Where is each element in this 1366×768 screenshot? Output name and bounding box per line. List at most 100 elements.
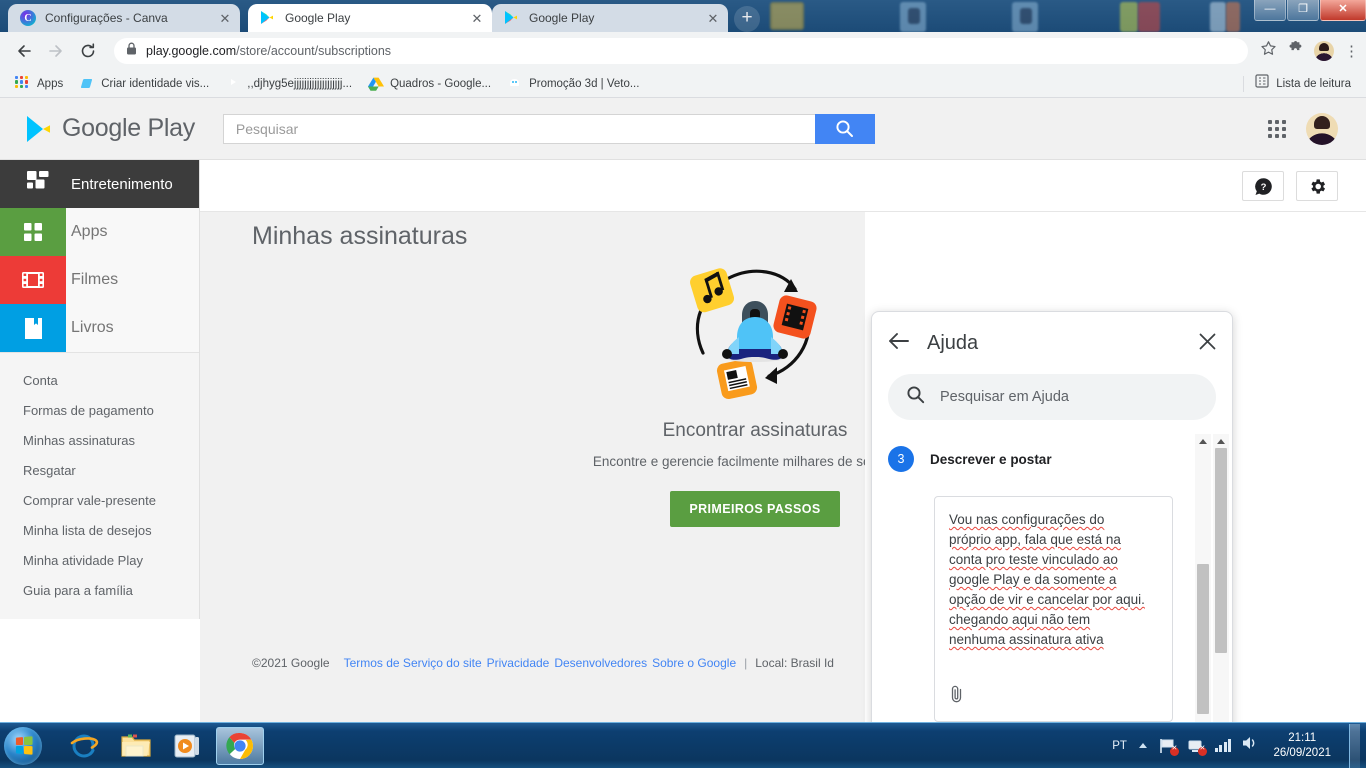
sidebar-item-filmes[interactable]: Filmes — [0, 256, 199, 304]
google-play-logo[interactable]: Google Play — [26, 114, 195, 143]
footer-separator: | — [744, 656, 748, 670]
waffle-icon[interactable] — [1268, 119, 1286, 138]
close-window-button[interactable]: ✕ — [1320, 0, 1366, 21]
toolbar-right-actions: ⋮ — [1260, 40, 1359, 62]
star-icon[interactable] — [1260, 40, 1277, 62]
file-explorer-icon — [121, 734, 151, 757]
taskbar-item-media-player[interactable] — [164, 727, 212, 765]
sidebar-item-livros[interactable]: Livros — [0, 304, 199, 352]
sidebar-item-formas-de-pagamento[interactable]: Formas de pagamento — [0, 395, 199, 425]
sidebar-item-conta[interactable]: Conta — [0, 365, 199, 395]
footer-locale: Local: Brasil Id — [755, 656, 834, 670]
bookmark-quadros-google[interactable]: Quadros - Google... — [362, 74, 497, 94]
help-button[interactable]: ? — [1242, 171, 1284, 201]
sidebar-apps-label: Apps — [71, 223, 108, 240]
scroll-up-icon[interactable] — [1199, 438, 1207, 444]
svg-text:?: ? — [1260, 182, 1266, 193]
show-hidden-icons-button[interactable] — [1138, 743, 1147, 748]
help-outer-scrollbar[interactable] — [1213, 434, 1229, 722]
footer-link-desenvolvedores[interactable]: Desenvolvedores — [554, 656, 647, 670]
browser-menu-button[interactable]: ⋮ — [1344, 44, 1359, 59]
system-tray: PT 21:11 26/09/2021 — [1112, 723, 1366, 768]
url-host: play.google.com — [146, 44, 237, 58]
sidebar-filmes-label: Filmes — [71, 271, 119, 288]
bookmark-apps[interactable]: Apps — [9, 74, 69, 94]
tab-0[interactable]: C Configurações - Canva ✕ — [8, 4, 240, 32]
signal-bars-icon[interactable] — [1214, 739, 1232, 752]
google-drive-icon — [368, 76, 385, 92]
reload-icon[interactable] — [74, 37, 102, 65]
footer-link-termos[interactable]: Termos de Serviço do site — [344, 656, 482, 670]
help-search-input[interactable]: Pesquisar em Ajuda — [888, 374, 1216, 420]
scrollbar-thumb[interactable] — [1215, 448, 1227, 653]
footer-link-privacidade[interactable]: Privacidade — [487, 656, 550, 670]
tray-language[interactable]: PT — [1112, 740, 1127, 752]
reading-list-button[interactable]: Lista de leitura — [1243, 74, 1357, 93]
new-tab-button[interactable]: + — [734, 6, 760, 32]
taskbar-item-internet-explorer[interactable] — [60, 727, 108, 765]
search-button[interactable] — [814, 113, 875, 144]
primeiros-passos-button[interactable]: PRIMEIROS PASSOS — [670, 491, 840, 527]
divider — [1243, 75, 1245, 92]
sidebar-item-minhas-assinaturas[interactable]: Minhas assinaturas — [0, 425, 199, 455]
minimize-button[interactable]: — — [1254, 0, 1286, 21]
paperclip-icon[interactable] — [949, 684, 965, 709]
internet-explorer-icon — [70, 734, 99, 758]
gear-icon — [1310, 178, 1325, 194]
google-chrome-icon — [226, 732, 253, 759]
maximize-button[interactable]: ❐ — [1287, 0, 1319, 21]
search-input[interactable]: Pesquisar — [222, 113, 815, 144]
tab-close-button[interactable]: ✕ — [706, 12, 720, 25]
scroll-up-icon[interactable] — [1217, 438, 1225, 444]
tray-clock[interactable]: 21:11 26/09/2021 — [1269, 731, 1335, 761]
puzzle-icon[interactable] — [1287, 40, 1304, 62]
problem-description-textarea[interactable]: Vou nas configurações do próprio app, fa… — [934, 496, 1173, 722]
show-desktop-button[interactable] — [1349, 723, 1360, 768]
volume-icon[interactable] — [1241, 735, 1259, 756]
sidebar-item-comprar-vale-presente[interactable]: Comprar vale-presente — [0, 485, 199, 515]
taskbar-item-file-explorer[interactable] — [112, 727, 160, 765]
tab-close-button[interactable]: ✕ — [218, 12, 232, 25]
settings-button[interactable] — [1296, 171, 1338, 201]
sidebar-item-apps[interactable]: Apps — [0, 208, 199, 256]
forward-arrow-icon[interactable] — [42, 37, 70, 65]
help-panel: Ajuda Pesquisar em Ajuda 3 Descrever e p… — [871, 311, 1233, 722]
bookmark-promocao-3d[interactable]: Promoção 3d | Veto... — [501, 74, 645, 94]
bookmark-youtube[interactable]: ,,djhyg5ejjjjjjjjjjjjjjjjjjj... — [219, 74, 358, 94]
sidebar-item-resgatar[interactable]: Resgatar — [0, 455, 199, 485]
flag-error-icon[interactable] — [1159, 738, 1179, 756]
back-arrow-icon[interactable] — [888, 332, 909, 355]
back-arrow-icon[interactable] — [10, 37, 38, 65]
network-error-icon[interactable] — [1187, 738, 1207, 756]
lock-icon — [126, 42, 137, 60]
bookmark-label: Criar identidade vis... — [101, 77, 210, 90]
address-bar-text: play.google.com/store/account/subscripti… — [146, 44, 391, 58]
scrollbar-thumb[interactable] — [1197, 564, 1209, 714]
tab-1[interactable]: Google Play ✕ — [248, 4, 492, 32]
sidebar-item-entretenimento[interactable]: Entretenimento — [0, 160, 199, 208]
sidebar-item-minha-lista-de-desejos[interactable]: Minha lista de desejos — [0, 515, 199, 545]
address-bar[interactable]: play.google.com/store/account/subscripti… — [114, 38, 1248, 64]
textarea-line-6: chegando aqui não tem — [949, 612, 1091, 627]
play-header-right — [1268, 112, 1338, 145]
profile-avatar[interactable] — [1314, 41, 1334, 61]
taskbar-item-google-chrome[interactable] — [216, 726, 264, 765]
tab-close-button[interactable]: ✕ — [470, 12, 484, 25]
window-controls: — ❐ ✕ — [1253, 0, 1366, 22]
help-inner-scrollbar[interactable] — [1195, 434, 1211, 722]
bookmark-label: ,,djhyg5ejjjjjjjjjjjjjjjjjjj... — [247, 77, 353, 90]
sidebar-item-minha-atividade-play[interactable]: Minha atividade Play — [0, 545, 199, 575]
bookmark-criar-identidade[interactable]: Criar identidade vis... — [73, 74, 215, 94]
user-avatar[interactable] — [1306, 112, 1338, 145]
tab-strip: C Configurações - Canva ✕ Google Play ✕ — [0, 0, 1366, 32]
tab-2[interactable]: Google Play ✕ — [492, 4, 728, 32]
meditation-subscriptions-illustration — [690, 268, 817, 400]
textarea-line-4: google Play e da somente a — [949, 572, 1117, 587]
footer-link-sobre-o-google[interactable]: Sobre o Google — [652, 656, 736, 670]
windows-start-button[interactable] — [4, 726, 42, 765]
sidebar-item-guia-para-a-familia[interactable]: Guia para a família — [0, 575, 199, 605]
book-icon — [0, 304, 66, 352]
url-path: /store/account/subscriptions — [236, 44, 392, 58]
close-icon[interactable] — [1199, 333, 1216, 354]
taskbar-items — [60, 726, 264, 765]
